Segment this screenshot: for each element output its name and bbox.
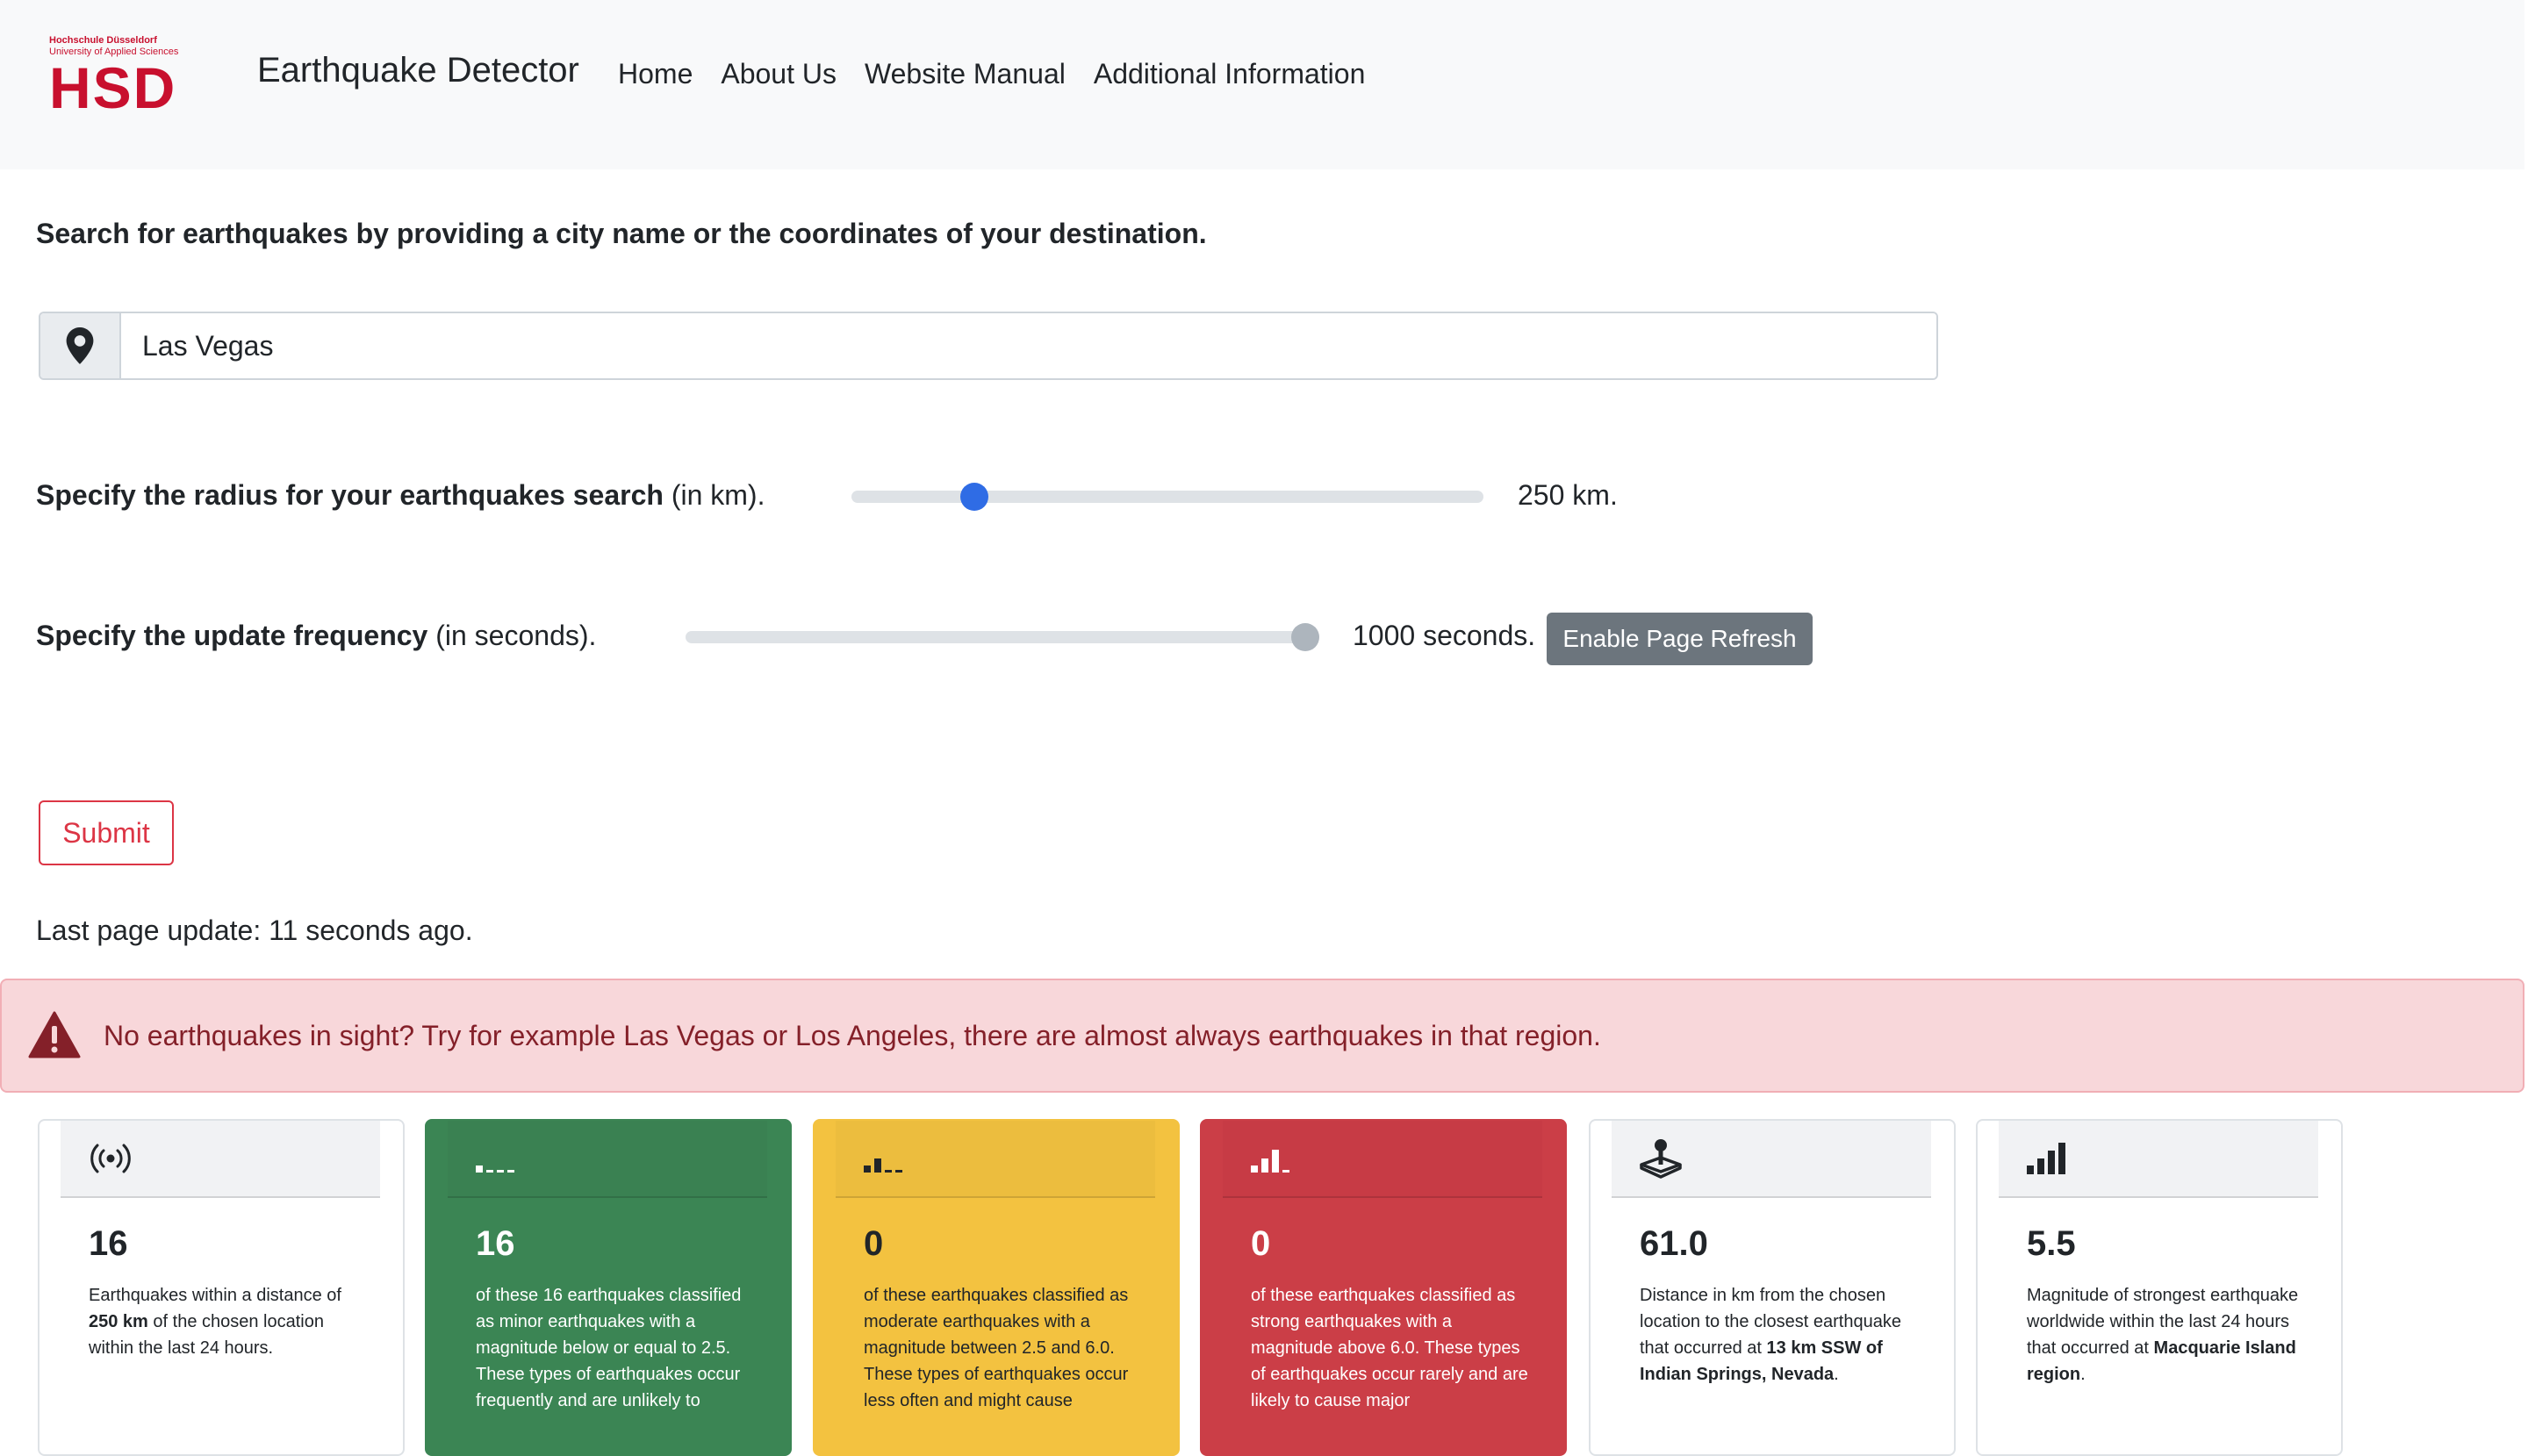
card-header [1223, 1121, 1542, 1198]
nav-link-additional-information[interactable]: Additional Information [1094, 58, 1366, 90]
submit-button[interactable]: Submit [39, 800, 174, 865]
location-input[interactable] [121, 313, 1936, 378]
signal-1-bar-icon [474, 1143, 518, 1174]
map-pin-icon [66, 327, 94, 364]
card-description: Distance in km from the chosen location … [1640, 1282, 1921, 1388]
frequency-label: Specify the update frequency (in seconds… [36, 620, 596, 652]
enable-page-refresh-button[interactable]: Enable Page Refresh [1547, 613, 1813, 665]
frequency-slider-thumb[interactable] [1291, 623, 1319, 651]
search-addon [40, 313, 121, 378]
card-value: 16 [476, 1224, 515, 1263]
card-minor-earthquakes: 16 of these 16 earthquakes classified as… [425, 1119, 792, 1456]
radius-label: Specify the radius for your earthquakes … [36, 479, 765, 512]
card-strong-earthquakes: 0 of these earthquakes classified as str… [1200, 1119, 1567, 1456]
location-search-group [39, 312, 1938, 380]
card-strongest-worldwide: 5.5 Magnitude of strongest earthquake wo… [1976, 1119, 2343, 1456]
last-page-update: Last page update: 11 seconds ago. [36, 914, 473, 946]
signal-full-icon [2025, 1141, 2069, 1176]
card-header [836, 1121, 1155, 1198]
no-earthquakes-alert: No earthquakes in sight? Try for example… [0, 979, 2524, 1093]
broadcast-icon [87, 1143, 134, 1174]
frequency-label-unit: (in seconds). [427, 620, 597, 651]
navbar: Hochschule Düsseldorf University of Appl… [0, 0, 2524, 169]
frequency-value: 1000 seconds. [1353, 620, 1536, 651]
card-earthquake-count: 16 Earthquakes within a distance of 250 … [38, 1119, 405, 1456]
card-moderate-earthquakes: 0 of these earthquakes classified as mod… [813, 1119, 1180, 1456]
radius-label-unit: (in km). [663, 479, 765, 511]
card-description: of these earthquakes classified as moder… [864, 1286, 1129, 1410]
warning-triangle-icon [28, 1011, 81, 1060]
search-instruction: Search for earthquakes by providing a ci… [36, 218, 1207, 249]
logo-line1: Hochschule Düsseldorf [49, 35, 157, 46]
card-text-bold: 250 km [89, 1312, 148, 1331]
radius-label-bold: Specify the radius for your earthquakes … [36, 479, 664, 511]
card-description: of these 16 earthquakes classified as mi… [476, 1286, 742, 1410]
signal-2-bars-icon [862, 1143, 906, 1174]
card-description: of these earthquakes classified as stron… [1251, 1286, 1528, 1410]
logo-mark: HSD [49, 55, 177, 120]
card-description: Earthquakes within a distance of 250 km … [89, 1282, 370, 1361]
card-value: 5.5 [2027, 1224, 2076, 1263]
card-value: 0 [864, 1224, 884, 1263]
signal-3-bars-icon [1249, 1143, 1293, 1174]
card-text-part: . [1834, 1365, 1839, 1384]
joystick-icon [1638, 1138, 1684, 1179]
nav-link-about-us[interactable]: About Us [721, 58, 837, 90]
frequency-label-bold: Specify the update frequency [36, 620, 428, 651]
nav-link-website-manual[interactable]: Website Manual [865, 58, 1066, 90]
alert-message: No earthquakes in sight? Try for example… [104, 1019, 1601, 1051]
card-text-part: . [2080, 1365, 2086, 1384]
card-description: Magnitude of strongest earthquake worldw… [2027, 1282, 2308, 1388]
brand-title[interactable]: Earthquake Detector [257, 51, 579, 90]
radius-slider-thumb[interactable] [959, 483, 988, 511]
card-header [61, 1121, 380, 1198]
radius-value: 250 km. [1518, 479, 1618, 511]
card-text-part: Earthquakes within a distance of [89, 1286, 341, 1305]
card-value: 0 [1251, 1224, 1271, 1263]
card-header [1999, 1121, 2318, 1198]
nav-links: Home About Us Website Manual Additional … [618, 58, 1365, 90]
frequency-slider[interactable] [686, 623, 1319, 651]
nav-link-home[interactable]: Home [618, 58, 693, 90]
hsd-logo[interactable]: Hochschule Düsseldorf University of Appl… [49, 35, 225, 120]
card-header [1612, 1121, 1931, 1198]
card-value: 61.0 [1640, 1224, 1708, 1263]
card-header [448, 1121, 767, 1198]
card-value: 16 [89, 1224, 128, 1263]
radius-slider[interactable] [851, 483, 1483, 511]
card-closest-distance: 61.0 Distance in km from the chosen loca… [1589, 1119, 1956, 1456]
